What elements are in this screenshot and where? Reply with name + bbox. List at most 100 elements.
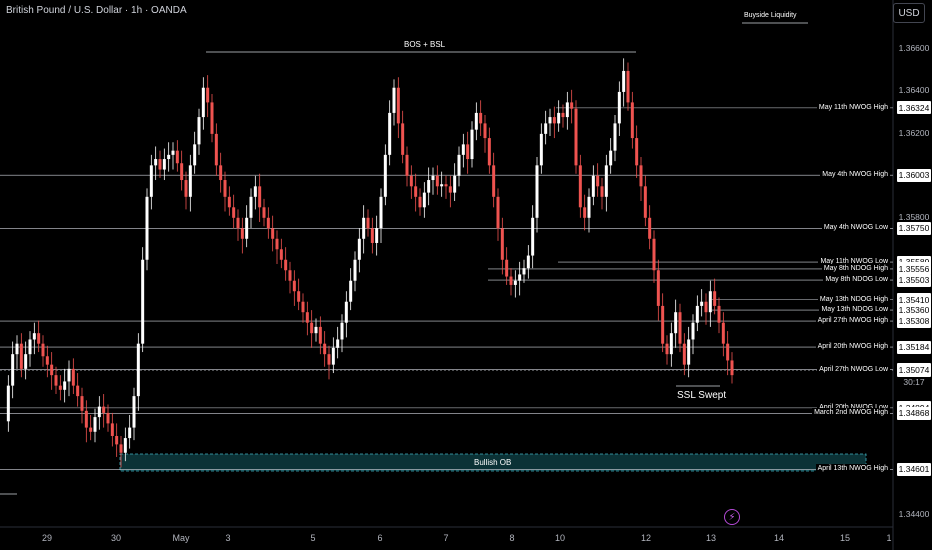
candle-body <box>188 165 192 197</box>
level-price-box: 1.35503 <box>897 273 931 287</box>
candle-body <box>461 144 465 155</box>
countdown-timer: 30:17 <box>903 377 925 387</box>
candle-body <box>548 117 552 124</box>
candle-body <box>97 406 101 418</box>
candle-body <box>422 192 426 208</box>
candle-body <box>67 368 71 382</box>
candle-body <box>175 150 179 164</box>
candle-body <box>448 186 452 193</box>
level-price-box: 1.35074 <box>897 363 931 377</box>
price-tick-4: 1.35800 <box>898 212 930 222</box>
candle-body <box>431 175 435 181</box>
candle-body <box>353 259 357 281</box>
candle-body <box>375 228 379 243</box>
candle-body <box>466 144 470 160</box>
level-price-box: 1.35750 <box>897 221 931 235</box>
candle-body <box>496 196 500 229</box>
level-price-box: 1.36324 <box>897 101 931 115</box>
x-tick-8: 8 <box>509 533 515 543</box>
currency-button[interactable]: USD <box>893 3 925 23</box>
candle-body <box>301 301 305 313</box>
candle-body <box>210 102 214 134</box>
price-tick-2: 1.36400 <box>898 85 930 95</box>
candle-body <box>305 312 309 323</box>
candle-body <box>132 396 136 428</box>
candle-body <box>600 186 604 197</box>
candle-body <box>500 228 504 260</box>
candle-body <box>349 280 353 302</box>
candle-body <box>513 280 517 285</box>
candle-body <box>479 112 483 124</box>
candle-body <box>492 165 496 197</box>
candle-body <box>331 347 335 365</box>
candle-body <box>232 207 236 218</box>
candle-body <box>574 108 578 166</box>
candle-body <box>357 238 361 260</box>
symbol-title: British Pound / U.S. Dollar · 1h · OANDA <box>6 5 187 16</box>
candle-body <box>453 175 457 193</box>
candle-body <box>635 138 639 166</box>
candle-body <box>11 354 15 386</box>
candle-body <box>6 385 10 422</box>
candle-body <box>110 423 114 436</box>
candle-body <box>544 123 548 134</box>
level-label: May 13th NDOG Low <box>819 305 890 315</box>
candle-body <box>487 138 491 166</box>
lightning-icon[interactable]: ⚡ <box>724 509 740 525</box>
candle-body <box>201 87 205 118</box>
candle-body <box>721 322 725 344</box>
candle-body <box>102 406 106 413</box>
candle-body <box>622 70 626 92</box>
x-tick-7: 7 <box>443 533 449 543</box>
candle-body <box>310 322 314 334</box>
candle-body <box>591 175 595 197</box>
candle-body <box>292 280 296 292</box>
candle-body <box>162 159 166 170</box>
level-label: May 4th NWOG Low <box>821 223 890 233</box>
x-tick-5: 5 <box>310 533 316 543</box>
candle-body <box>522 268 526 275</box>
candle-body <box>253 186 257 197</box>
candle-body <box>409 175 413 187</box>
candle-body <box>24 354 28 369</box>
level-label: May 4th NWOG High <box>820 170 890 180</box>
level-label: April 27th NWOG High <box>815 316 890 325</box>
candle-body <box>639 165 643 187</box>
candle-body <box>604 165 608 197</box>
candle-body <box>700 301 704 306</box>
candle-body <box>171 150 175 155</box>
price-chart[interactable] <box>0 0 932 550</box>
candle-body <box>184 180 188 197</box>
level-label: May 11th NWOG High <box>816 102 890 112</box>
candle-body <box>54 375 58 386</box>
candle-body <box>123 438 127 453</box>
candle-body <box>687 339 691 365</box>
candle-body <box>344 301 348 323</box>
level-label: March 2nd NWOG High <box>812 408 890 418</box>
candle-body <box>726 343 730 361</box>
candle-body <box>180 163 184 181</box>
candle-body <box>227 196 231 208</box>
candle-body <box>240 228 244 239</box>
candle-body <box>288 270 292 281</box>
candle-body <box>392 87 396 113</box>
candle-body <box>314 326 318 334</box>
candle-body <box>158 159 162 170</box>
candle-body <box>141 259 145 344</box>
candle-body <box>674 312 678 334</box>
candle-body <box>119 444 123 453</box>
candle-body <box>214 133 218 166</box>
price-tick-3: 1.36200 <box>898 128 930 138</box>
candle-body <box>518 274 522 281</box>
candle-body <box>414 186 418 197</box>
candle-body <box>284 259 288 271</box>
x-tick-14: 14 <box>773 533 785 543</box>
x-tick-15: 15 <box>839 533 851 543</box>
candle-body <box>505 259 509 277</box>
candle-body <box>388 112 392 155</box>
candle-body <box>370 228 374 243</box>
candle-body <box>587 196 591 218</box>
candle-body <box>297 291 301 302</box>
candle-body <box>41 343 45 357</box>
candle-body <box>145 196 149 260</box>
